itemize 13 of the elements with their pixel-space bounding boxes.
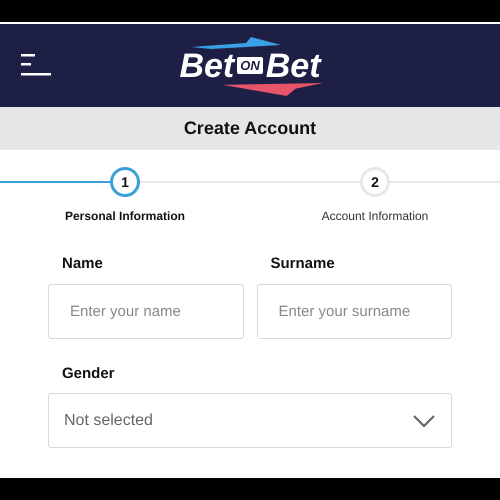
field-label: Gender — [61, 364, 116, 384]
input-field[interactable]: Enter your name — [48, 284, 244, 338]
gender-dropdown[interactable]: Not selected — [48, 393, 452, 448]
step-label: Personal Information — [64, 208, 186, 225]
step-number[interactable]: 1 — [110, 167, 140, 197]
input-field[interactable]: Enter your surname — [256, 284, 452, 338]
field-label: Name — [61, 254, 104, 274]
field-label: Surname — [270, 254, 336, 274]
step-label: Account Information — [322, 208, 428, 225]
chevron-down-icon — [413, 414, 435, 426]
page-title: Create Account — [184, 117, 316, 140]
menu-icon[interactable] — [21, 54, 51, 76]
step-number[interactable]: 2 — [360, 167, 390, 197]
